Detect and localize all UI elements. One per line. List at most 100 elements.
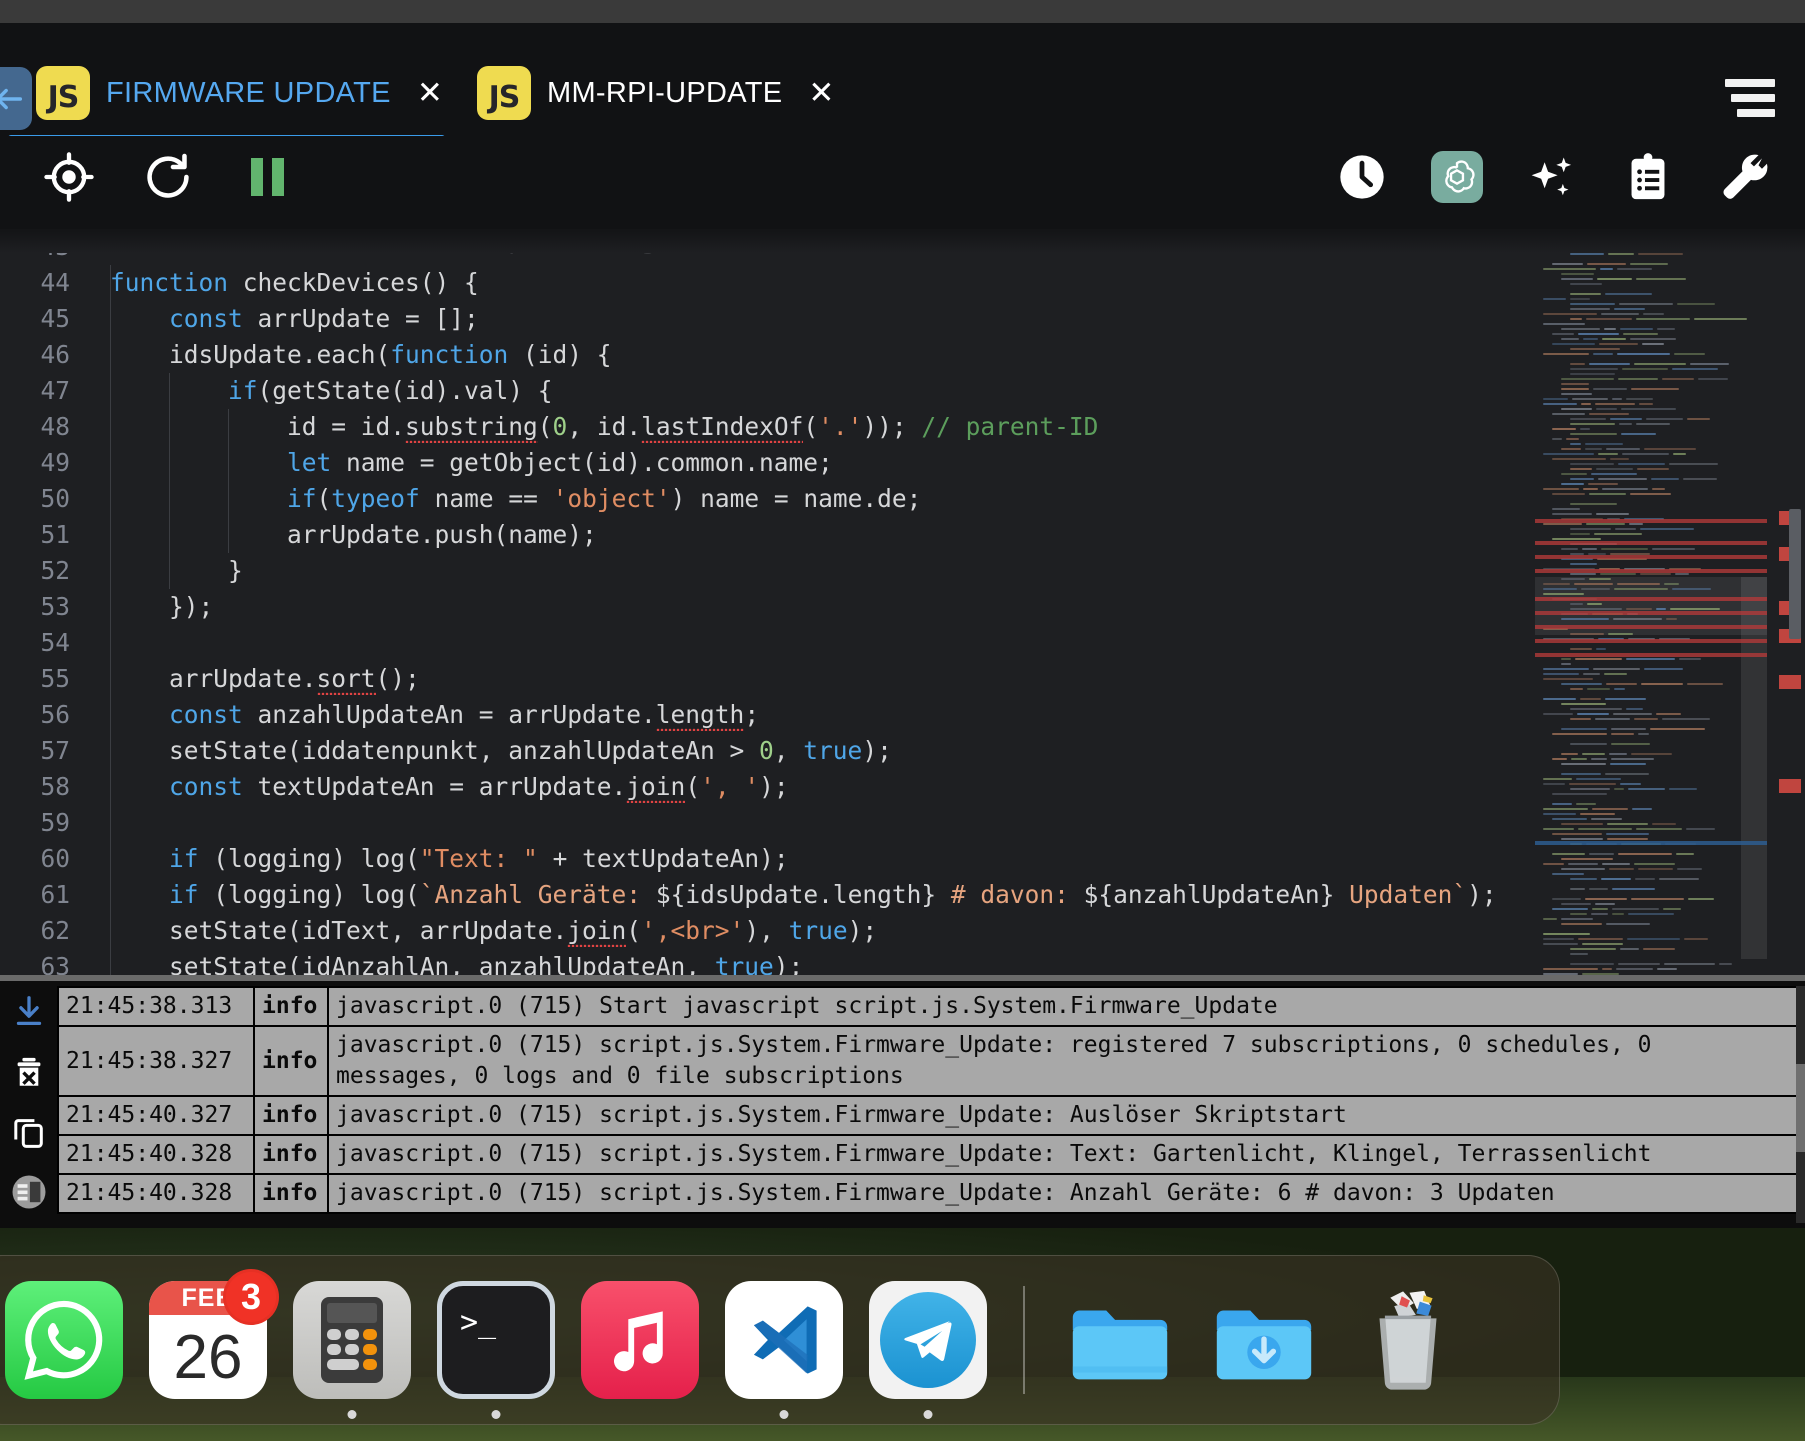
minimap-line <box>1607 838 1648 840</box>
code-line[interactable]: 62 setState(idText, arrUpdate.join(',<br… <box>0 913 1530 950</box>
minimap-line <box>1644 668 1683 670</box>
minimap-line <box>1672 588 1711 590</box>
minimap-line <box>1583 338 1598 340</box>
minimap-line <box>1610 458 1629 460</box>
minimap-line <box>1664 963 1715 965</box>
tab-mm-rpi-update[interactable]: JS MM-RPI-UPDATE ✕ <box>477 53 834 133</box>
minimap-line <box>1620 328 1653 330</box>
hamburger-menu-icon[interactable] <box>1725 79 1775 117</box>
minimap-line <box>1611 733 1634 735</box>
copy-log-icon[interactable] <box>10 1113 48 1151</box>
minimap-error-band <box>1535 519 1767 523</box>
minimap-line <box>1575 658 1622 660</box>
downloads-folder-icon[interactable] <box>1205 1281 1323 1399</box>
minimap-line <box>1630 493 1671 495</box>
minimap-line <box>1578 333 1619 335</box>
code-line[interactable]: 44 function checkDevices() { <box>0 265 1530 301</box>
wrench-icon[interactable] <box>1717 150 1771 204</box>
code-line[interactable]: 55 arrUpdate.sort(); <box>0 661 1530 698</box>
minimap-line <box>1596 648 1606 650</box>
log-row[interactable]: 21:45:38.313 info javascript.0 (715) Start… <box>57 986 1798 1027</box>
minimap-line <box>1561 483 1584 485</box>
minimap-line <box>1618 963 1660 965</box>
code-line[interactable]: 49 let name = getObject(id).common.name; <box>0 445 1530 481</box>
minimap-slider[interactable] <box>1741 577 1767 959</box>
minimap-line <box>1570 528 1611 530</box>
code-line[interactable]: 50 if(typeof name == 'object') name = na… <box>0 481 1530 517</box>
clock-history-icon[interactable] <box>1335 150 1389 204</box>
minimap-line <box>1552 818 1587 820</box>
code-line[interactable]: 43 <box>0 229 1530 265</box>
code-line[interactable]: 51 arrUpdate.push(name); <box>0 517 1530 553</box>
clear-log-icon[interactable] <box>10 1053 48 1091</box>
minimap-line <box>1616 968 1653 970</box>
code-line[interactable]: 60 if (logging) log("Text: " + textUpdat… <box>0 841 1530 877</box>
code-editor[interactable]: setState(idAnzahl, idsUpdate.length, tru… <box>0 229 1805 981</box>
openai-logo-icon[interactable] <box>1431 151 1483 203</box>
code-line[interactable]: 52 } <box>0 553 1530 589</box>
clipboard-list-icon[interactable] <box>1621 150 1675 204</box>
minimap-line <box>1561 618 1609 620</box>
log-row[interactable]: 21:45:40.328 info javascript.0 (715) scrip… <box>57 1134 1798 1175</box>
log-scrollbar[interactable] <box>1796 986 1805 1223</box>
code-line[interactable]: 53 }); <box>0 589 1530 625</box>
line-number: 46 <box>40 340 70 369</box>
line-number: 53 <box>40 592 70 621</box>
music-icon[interactable] <box>581 1281 699 1399</box>
minimap-line <box>1561 763 1606 765</box>
scrollbar-thumb[interactable] <box>1789 509 1801 639</box>
minimap-line <box>1552 538 1601 540</box>
minimap-line <box>1631 753 1672 755</box>
download-log-icon[interactable] <box>10 993 48 1031</box>
log-row[interactable]: 21:45:40.327 info javascript.0 (715) scrip… <box>57 1095 1798 1136</box>
pause-icon[interactable] <box>240 150 294 204</box>
code-line[interactable]: 45 const arrUpdate = []; <box>0 301 1530 337</box>
minimap-line <box>1636 318 1690 320</box>
code-line[interactable]: 54 <box>0 625 1530 661</box>
code-line[interactable]: 59 <box>0 805 1530 841</box>
error-marker[interactable] <box>1779 675 1801 689</box>
code-line[interactable]: 48 id = id.substring(0, id.lastIndexOf('… <box>0 409 1530 446</box>
code-text: const textUpdateAn = arrUpdate.join(', '… <box>110 769 789 806</box>
code-line[interactable]: 56 const anzahlUpdateAn = arrUpdate.leng… <box>0 697 1530 734</box>
log-table[interactable]: 21:45:38.313 info javascript.0 (715) Start… <box>57 986 1798 1214</box>
whatsapp-icon[interactable] <box>5 1281 123 1399</box>
code-line[interactable]: 46 idsUpdate.each(function (id) { <box>0 337 1530 373</box>
sparkles-icon[interactable] <box>1525 150 1579 204</box>
log-row[interactable]: 21:45:38.327 info javascript.0 (715) scrip… <box>57 1025 1798 1097</box>
back-arrow-icon[interactable] <box>0 67 32 130</box>
code-line[interactable]: 61 if (logging) log(`Anzahl Geräte: ${id… <box>0 877 1530 913</box>
calculator-icon[interactable] <box>293 1281 411 1419</box>
code-line[interactable]: 57 setState(iddatenpunkt, anzahlUpdateAn… <box>0 733 1530 769</box>
minimap-line <box>1593 388 1627 390</box>
reload-icon[interactable] <box>141 150 195 204</box>
vscode-icon[interactable] <box>725 1281 843 1419</box>
code-text: } <box>110 556 243 585</box>
tab-close-icon[interactable]: ✕ <box>808 77 834 109</box>
code-line[interactable]: 47 if(getState(id).val) { <box>0 373 1530 409</box>
minimap-line <box>1581 403 1591 405</box>
tab-firmware-update[interactable]: JS FIRMWARE UPDATE ✕ <box>36 53 443 133</box>
minimap-line <box>1666 618 1677 620</box>
terminal-icon[interactable]: >_ <box>437 1281 555 1419</box>
calendar-icon[interactable]: FEB 26 3 <box>149 1269 279 1399</box>
editor-code-area[interactable]: 43 44 function checkDevices() {45 const ar… <box>0 229 1530 981</box>
log-toolbar <box>0 981 57 1228</box>
minimap-line <box>1591 818 1622 820</box>
minimap-line <box>1570 308 1610 310</box>
code-minimap[interactable] <box>1535 229 1767 981</box>
code-line[interactable]: 58 const textUpdateAn = arrUpdate.join('… <box>0 769 1530 806</box>
documents-folder-icon[interactable] <box>1061 1281 1179 1399</box>
tab-close-icon[interactable]: ✕ <box>417 77 443 109</box>
minimap-line <box>1614 308 1645 310</box>
editor-scrollbar[interactable] <box>1767 229 1805 981</box>
error-marker[interactable] <box>1779 779 1801 793</box>
trash-icon[interactable] <box>1349 1281 1467 1399</box>
log-level-icon[interactable] <box>10 1173 48 1211</box>
log-scrollbar-thumb[interactable] <box>1796 1064 1805 1152</box>
telegram-icon[interactable] <box>869 1281 987 1419</box>
line-number: 43 <box>40 232 70 261</box>
minimap-line <box>1601 878 1631 880</box>
debug-target-icon[interactable] <box>42 150 96 204</box>
log-row[interactable]: 21:45:40.328 info javascript.0 (715) scrip… <box>57 1173 1798 1214</box>
